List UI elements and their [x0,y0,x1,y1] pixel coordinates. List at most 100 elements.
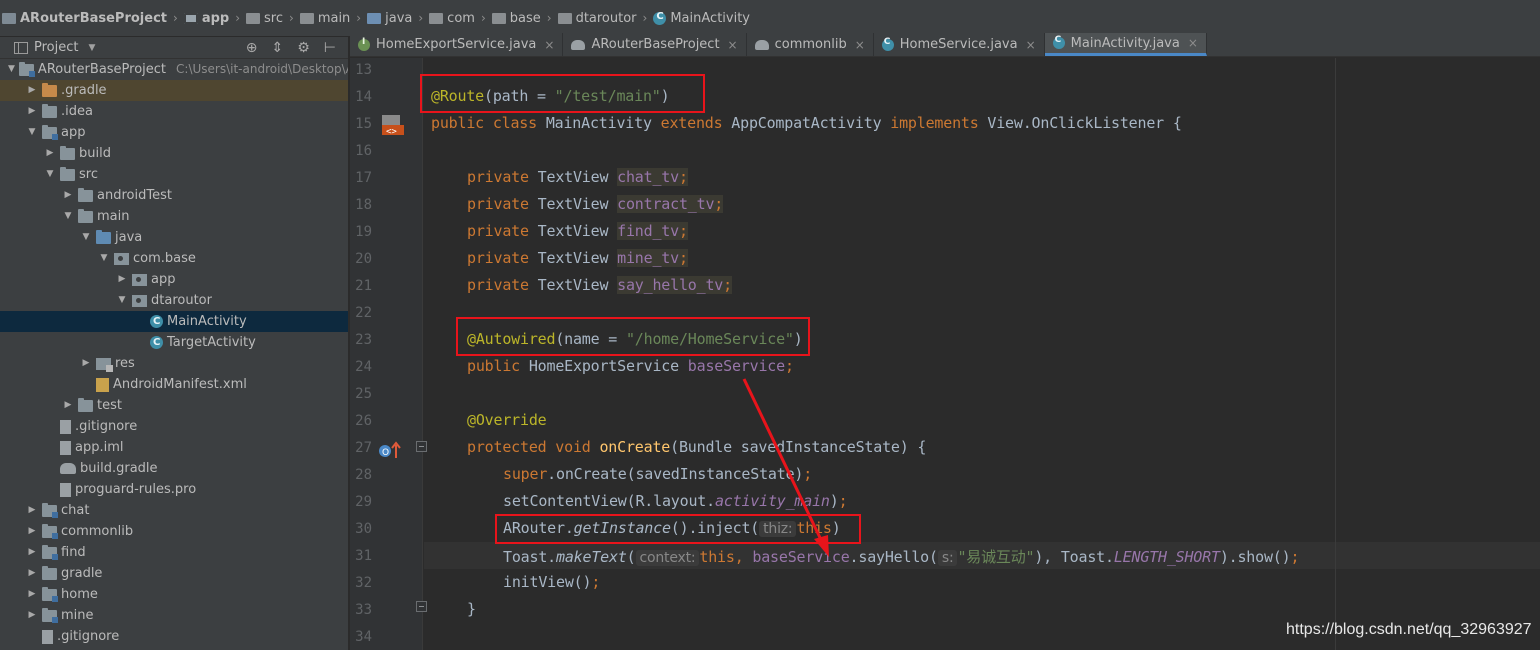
line-number: 28 [355,467,372,483]
tree-node[interactable]: proguard-rules.pro [0,479,348,500]
code-token: Toast. [503,548,556,566]
tree-node[interactable]: ▼ app [0,122,348,143]
tree-node[interactable]: .gitignore [0,626,348,647]
code-line: private TextView say_hello_tv; [467,276,732,294]
chevron-right-icon[interactable]: ▶ [26,500,38,521]
line-number: 29 [355,494,372,510]
fold-toggle-icon[interactable] [416,441,427,452]
editor-tab[interactable]: MainActivity.java × [1044,33,1207,56]
chevron-right-icon[interactable]: ▶ [44,143,56,164]
breadcrumb-item[interactable]: ARouterBaseProject [2,11,167,26]
editor-tab[interactable]: commonlib × [747,33,874,56]
breadcrumb-separator-icon: › [418,11,424,25]
tab-label: MainActivity.java [1070,35,1180,51]
tree-node[interactable]: ▶ .idea [0,101,348,122]
tree-node[interactable]: MainActivity [0,311,348,332]
close-icon[interactable]: × [544,38,554,52]
breadcrumb-item[interactable]: base [491,11,541,26]
chevron-right-icon[interactable]: ▶ [80,353,92,374]
code-editor[interactable]: <> O 13 14 15 16 17 18 19 20 21 22 23 24 25 26 27 28 29 3… [350,58,1540,650]
class-icon [1052,35,1065,49]
line-number: 13 [355,62,372,78]
tree-node[interactable]: ▼ src [0,164,348,185]
close-icon[interactable]: × [728,38,738,52]
tree-node[interactable]: ▶ gradle [0,563,348,584]
chevron-right-icon[interactable]: ▶ [62,395,74,416]
breadcrumb-item[interactable]: java [367,11,412,26]
chevron-right-icon[interactable]: ▶ [26,542,38,563]
locate-icon[interactable]: ⊕ [246,40,258,56]
file-icon [60,440,71,455]
chevron-down-icon[interactable]: ▼ [88,43,95,53]
close-icon[interactable]: × [1188,36,1198,50]
chevron-right-icon[interactable]: ▶ [26,101,38,122]
tree-node[interactable]: app.iml [0,437,348,458]
breadcrumb-item[interactable]: src [246,11,283,26]
chevron-right-icon[interactable]: ▶ [26,563,38,584]
editor-tab[interactable]: ARouterBaseProject × [563,33,747,56]
code-line: } [467,600,476,618]
tree-node[interactable]: .gitignore [0,416,348,437]
chevron-down-icon[interactable]: ▼ [98,248,110,269]
tree-node[interactable]: ▶ build [0,143,348,164]
project-panel-header[interactable]: Project ▼ ⊕ ⇕ ⚙ ⊢ [0,37,348,59]
tree-node[interactable]: TargetActivity [0,332,348,353]
breadcrumb-item[interactable]: com [429,11,475,26]
tree-node[interactable]: ▼ dtaroutor [0,290,348,311]
tree-node[interactable]: ▼ main [0,206,348,227]
tree-node[interactable]: ▼ ARouterBaseProject C:\Users\it-android\D… [0,59,348,80]
gear-icon[interactable]: ⚙ [297,40,310,56]
chevron-right-icon[interactable]: ▶ [116,269,128,290]
tree-node[interactable]: ▶ app [0,269,348,290]
breadcrumb-item[interactable]: app [183,11,229,26]
code-token: initView() [503,573,592,591]
chevron-right-icon[interactable]: ▶ [26,584,38,605]
fold-toggle-icon[interactable] [416,601,427,612]
android-component-gutter-icon[interactable]: <> [380,113,404,137]
chevron-down-icon[interactable]: ▼ [116,290,128,311]
line-number: 32 [355,575,372,591]
code-token: "易诚互动" [957,548,1035,566]
editor-tab[interactable]: HomeService.java × [874,33,1045,56]
file-icon [60,482,71,497]
chevron-down-icon[interactable]: ▼ [80,227,92,248]
breadcrumb-item[interactable]: main [299,11,350,26]
tree-node[interactable]: ▶ test [0,395,348,416]
tree-node[interactable]: ▶ find [0,542,348,563]
editor-gutter: <> O 13 14 15 16 17 18 19 20 21 22 23 24 25 26 27 28 29 3… [350,58,427,650]
code-token: ; [678,222,688,240]
tree-node[interactable]: ▶ res [0,353,348,374]
breadcrumb-item[interactable]: MainActivity [653,11,750,26]
breadcrumb-item[interactable]: dtaroutor [557,11,637,26]
editor-tab[interactable]: HomeExportService.java × [350,33,564,56]
tree-node[interactable]: ▶ chat [0,500,348,521]
chevron-right-icon[interactable]: ▶ [26,605,38,626]
close-icon[interactable]: × [1026,38,1036,52]
chevron-down-icon[interactable]: ▼ [62,206,74,227]
tree-node-label: proguard-rules.pro [75,482,197,497]
tab-label: HomeService.java [899,37,1018,52]
tree-node[interactable]: ▶ .gradle [0,80,348,101]
chevron-right-icon[interactable]: ▶ [26,521,38,542]
tree-node[interactable]: AndroidManifest.xml [0,374,348,395]
chevron-down-icon[interactable]: ▼ [8,59,15,80]
breadcrumb-label: ARouterBaseProject [20,10,167,26]
package-icon [557,12,572,24]
hide-panel-icon[interactable]: ⊢ [324,40,336,56]
tree-node[interactable]: ▼ java [0,227,348,248]
close-icon[interactable]: × [855,38,865,52]
tree-node[interactable]: ▼ com.base [0,248,348,269]
tree-node[interactable]: ▶ home [0,584,348,605]
collapse-all-icon[interactable]: ⇕ [272,40,284,56]
chevron-down-icon[interactable]: ▼ [44,164,56,185]
chevron-down-icon[interactable]: ▼ [26,122,38,143]
tree-node[interactable]: build.gradle [0,458,348,479]
tree-node[interactable]: ▶ androidTest [0,185,348,206]
tree-node[interactable]: ▶ mine [0,605,348,626]
overrides-method-gutter-icon[interactable]: O [378,440,402,460]
code-token: TextView [537,276,618,294]
tree-node[interactable]: ▶ commonlib [0,521,348,542]
code-line: private TextView mine_tv; [467,249,688,267]
chevron-right-icon[interactable]: ▶ [62,185,74,206]
chevron-right-icon[interactable]: ▶ [26,80,38,101]
